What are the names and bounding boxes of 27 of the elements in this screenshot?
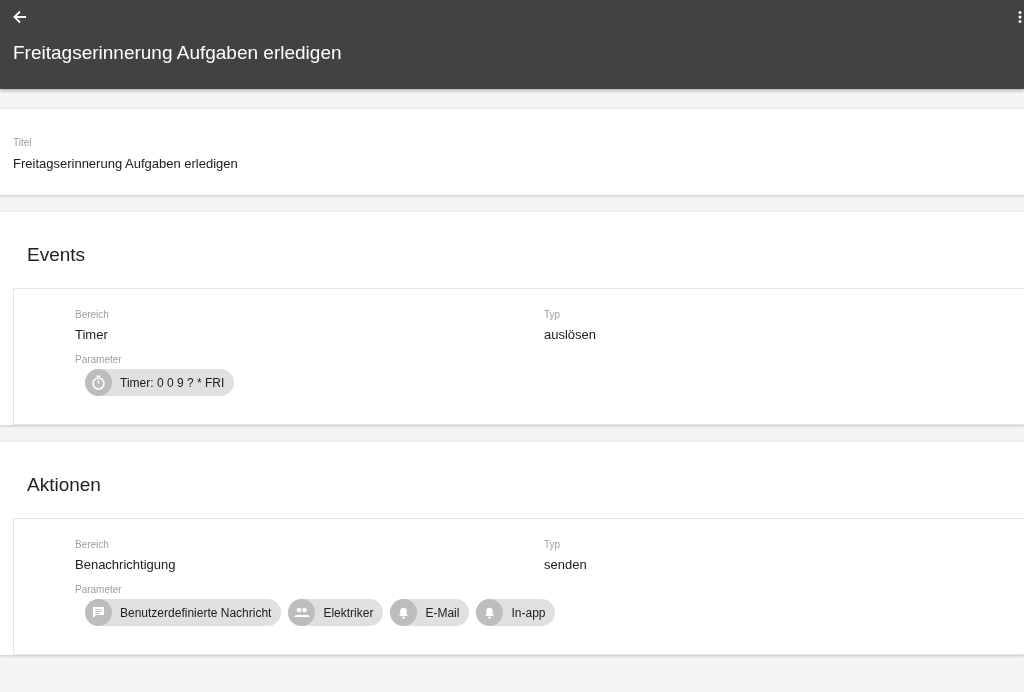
section-heading: Aktionen xyxy=(26,473,102,497)
field-label: Typ xyxy=(544,539,562,550)
field-label: Bereich xyxy=(75,539,110,550)
stopwatch-icon xyxy=(85,369,112,396)
people-icon xyxy=(288,599,316,626)
field-label: Titel xyxy=(13,137,33,148)
parameter-chip[interactable]: Benutzerdefinierte Nachricht xyxy=(85,599,282,626)
bell-icon xyxy=(476,599,504,626)
title-field[interactable]: Freitagserinnerung Aufgaben erledigen xyxy=(13,156,1011,171)
parameter-chip[interactable]: Elektriker xyxy=(288,599,384,626)
parameter-chip[interactable]: E-Mail xyxy=(390,599,470,626)
page-title: Freitagserinnerung Aufgaben erledigen xyxy=(13,42,343,64)
more-menu-icon[interactable] xyxy=(1018,10,1022,24)
field-label: Parameter xyxy=(75,354,123,365)
parameter-chip[interactable]: In-app xyxy=(476,599,556,626)
field-label: Typ xyxy=(544,309,562,320)
field-value: Timer xyxy=(75,327,109,342)
section-heading: Events xyxy=(26,243,87,267)
field-value: auslösen xyxy=(544,327,598,342)
field-label: Parameter xyxy=(75,584,123,595)
field-value: Benachrichtigung xyxy=(75,557,177,572)
bell-icon xyxy=(390,599,418,626)
field-value: senden xyxy=(544,557,588,572)
back-icon[interactable] xyxy=(13,10,27,24)
message-icon xyxy=(85,599,112,626)
parameter-chip[interactable]: Timer: 0 0 9 ? * FRI xyxy=(85,369,235,396)
field-label: Bereich xyxy=(75,309,110,320)
